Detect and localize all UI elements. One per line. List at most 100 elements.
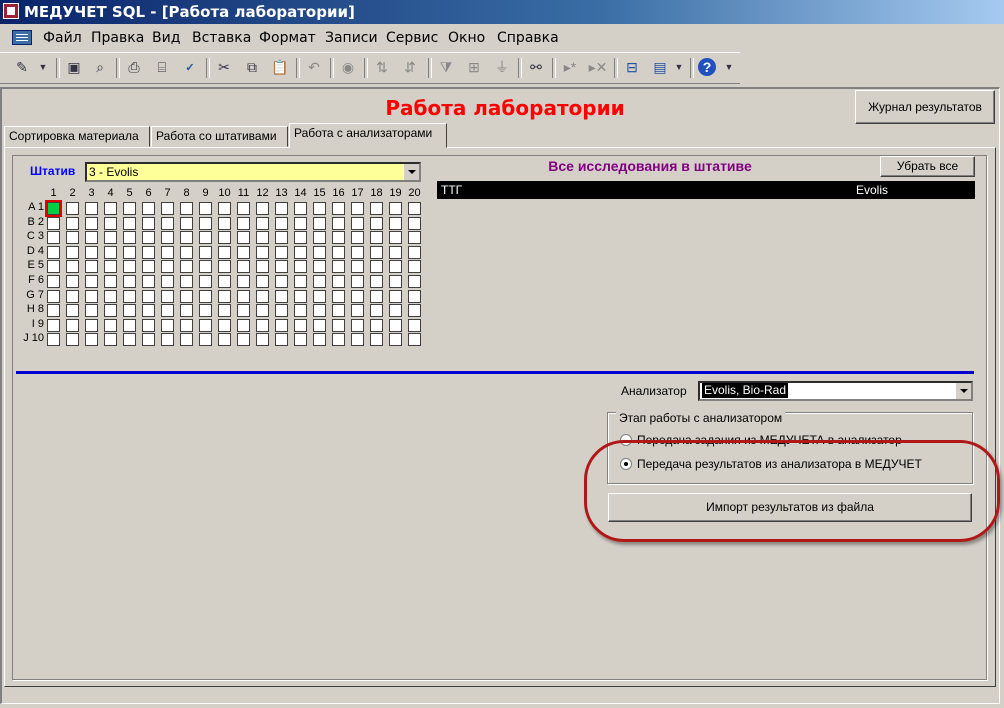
rack-cell[interactable] <box>351 304 364 317</box>
form-menu-icon[interactable] <box>12 30 32 45</box>
save-icon[interactable]: ▣ <box>64 57 84 77</box>
design-view-icon[interactable]: ✎ <box>12 57 32 77</box>
app-icon[interactable] <box>3 3 19 19</box>
rack-cell[interactable] <box>332 202 345 215</box>
rack-cell[interactable] <box>408 202 421 215</box>
copy-icon[interactable]: ⧉ <box>242 57 262 77</box>
rack-cell[interactable] <box>408 231 421 244</box>
rack-cell[interactable] <box>47 260 60 273</box>
rack-cell[interactable] <box>389 231 402 244</box>
rack-cell[interactable] <box>199 246 212 259</box>
rack-cell[interactable] <box>275 319 288 332</box>
rack-cell[interactable] <box>218 231 231 244</box>
rack-cell[interactable] <box>370 246 383 259</box>
rack-cell[interactable] <box>256 217 269 230</box>
rack-cell[interactable] <box>47 290 60 303</box>
rack-cell[interactable] <box>294 304 307 317</box>
rack-cell[interactable] <box>66 231 79 244</box>
rack-cell[interactable] <box>104 319 117 332</box>
rack-cell[interactable] <box>218 304 231 317</box>
menu-insert[interactable]: Вставка <box>192 30 251 46</box>
rack-cell[interactable] <box>256 202 269 215</box>
rack-cell[interactable] <box>199 217 212 230</box>
rack-cell[interactable] <box>218 260 231 273</box>
rack-cell[interactable] <box>161 217 174 230</box>
rack-cell[interactable] <box>161 231 174 244</box>
rack-cell[interactable] <box>408 217 421 230</box>
rack-cell[interactable] <box>351 333 364 346</box>
rack-cell[interactable] <box>313 260 326 273</box>
rack-cell[interactable] <box>370 319 383 332</box>
menu-tools[interactable]: Сервис <box>386 30 438 46</box>
rack-cell[interactable] <box>199 231 212 244</box>
rack-cell[interactable] <box>180 319 193 332</box>
rack-cell[interactable] <box>256 333 269 346</box>
rack-cell[interactable] <box>313 275 326 288</box>
rack-cell[interactable] <box>218 275 231 288</box>
rack-cell[interactable] <box>123 333 136 346</box>
rack-cell[interactable] <box>256 246 269 259</box>
rack-cell[interactable] <box>294 246 307 259</box>
search-file-icon[interactable]: ⌕ <box>90 57 110 77</box>
rack-cell[interactable] <box>389 202 402 215</box>
rack-cell[interactable] <box>389 333 402 346</box>
rack-cell[interactable] <box>85 290 98 303</box>
chevron-down-icon[interactable] <box>403 164 419 180</box>
rack-cell[interactable] <box>408 304 421 317</box>
rack-cell[interactable] <box>47 231 60 244</box>
rack-cell[interactable] <box>142 333 155 346</box>
find-icon[interactable]: ⚯ <box>526 57 546 77</box>
rack-cell[interactable] <box>180 231 193 244</box>
rack-cell[interactable] <box>104 290 117 303</box>
rack-cell[interactable] <box>142 275 155 288</box>
rack-cell[interactable] <box>47 304 60 317</box>
rack-cell[interactable] <box>123 304 136 317</box>
menu-file[interactable]: Файл <box>43 30 82 46</box>
rack-cell[interactable] <box>237 275 250 288</box>
rack-cell[interactable] <box>408 275 421 288</box>
rack-cell[interactable] <box>351 319 364 332</box>
rack-cell[interactable] <box>275 260 288 273</box>
rack-cell[interactable] <box>47 333 60 346</box>
rack-cell[interactable] <box>294 319 307 332</box>
menu-records[interactable]: Записи <box>325 30 378 46</box>
sort-descending-icon[interactable]: ⇵ <box>400 57 420 77</box>
rack-cell[interactable] <box>218 319 231 332</box>
menu-format[interactable]: Формат <box>259 30 316 46</box>
clear-all-button[interactable]: Убрать все <box>880 156 975 177</box>
rack-cell[interactable] <box>161 260 174 273</box>
rack-cell[interactable] <box>142 304 155 317</box>
tab-racks[interactable]: Работа со штативами <box>151 126 288 147</box>
rack-cell[interactable] <box>142 246 155 259</box>
rack-cell[interactable] <box>104 202 117 215</box>
rack-cell[interactable] <box>180 202 193 215</box>
rack-cell[interactable] <box>142 202 155 215</box>
help-icon[interactable]: ? <box>698 58 716 76</box>
new-object-icon[interactable]: ▤ <box>650 57 670 77</box>
rack-cell[interactable] <box>275 202 288 215</box>
rack-cell[interactable] <box>123 246 136 259</box>
rack-cell[interactable] <box>313 231 326 244</box>
rack-cell[interactable] <box>180 304 193 317</box>
rack-cell[interactable] <box>408 246 421 259</box>
rack-cell[interactable] <box>370 260 383 273</box>
sort-ascending-icon[interactable]: ⇅ <box>372 57 392 77</box>
rack-cell[interactable] <box>370 275 383 288</box>
rack-cell[interactable] <box>256 260 269 273</box>
radio-send-task-label[interactable]: Передача задания из МЕДУЧЕТА в анализато… <box>637 433 902 447</box>
rack-cell[interactable] <box>275 246 288 259</box>
rack-cell[interactable] <box>313 319 326 332</box>
rack-cell[interactable] <box>332 231 345 244</box>
rack-cell[interactable] <box>256 319 269 332</box>
rack-cell[interactable] <box>408 260 421 273</box>
rack-cell[interactable] <box>351 246 364 259</box>
rack-cell[interactable] <box>294 290 307 303</box>
paste-icon[interactable]: 📋 <box>270 57 290 77</box>
rack-cell[interactable] <box>66 333 79 346</box>
rack-cell[interactable] <box>275 304 288 317</box>
rack-cell[interactable] <box>370 231 383 244</box>
rack-cell[interactable] <box>389 217 402 230</box>
rack-cell[interactable] <box>256 290 269 303</box>
rack-cell[interactable] <box>218 217 231 230</box>
rack-cell[interactable] <box>66 202 79 215</box>
